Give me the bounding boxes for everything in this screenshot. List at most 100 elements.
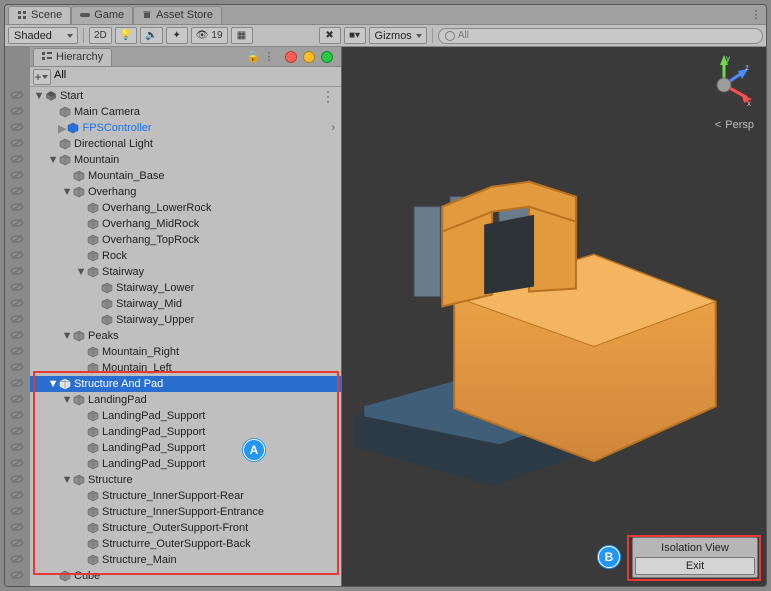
hierarchy-item[interactable]: ▸LandingPad_Support xyxy=(30,456,341,472)
hierarchy-tab[interactable]: Hierarchy xyxy=(33,48,112,66)
hierarchy-item[interactable]: ▸Structurre_OuterSupport-Back xyxy=(30,536,341,552)
hierarchy-item[interactable]: ▸LandingPad_Support xyxy=(30,408,341,424)
hierarchy-item[interactable]: ▸LandingPad_Support xyxy=(30,440,341,456)
hierarchy-item[interactable]: ▸Overhang_LowerRock xyxy=(30,200,341,216)
hierarchy-item[interactable]: ▸Main Camera xyxy=(30,104,341,120)
visibility-toggle[interactable] xyxy=(6,471,28,487)
gizmos-dropdown[interactable]: Gizmos xyxy=(369,27,427,44)
hierarchy-item[interactable]: ▼LandingPad xyxy=(30,392,341,408)
panel-context-menu[interactable]: ⋮ xyxy=(261,50,277,63)
expand-arrow-icon[interactable]: ▼ xyxy=(62,330,72,342)
hierarchy-item[interactable]: ▼Peaks xyxy=(30,328,341,344)
lock-icon[interactable]: 🔒 xyxy=(245,50,261,63)
hierarchy-item[interactable]: ▸Directional Light xyxy=(30,136,341,152)
toggle-audio-button[interactable]: 🔊 xyxy=(140,27,162,44)
expand-arrow-icon[interactable]: ▼ xyxy=(62,186,72,198)
visibility-toggle[interactable] xyxy=(6,87,28,103)
tab-asset-store[interactable]: Asset Store xyxy=(133,6,222,24)
expand-arrow-icon[interactable]: ▼ xyxy=(48,378,58,390)
visibility-toggle[interactable] xyxy=(6,535,28,551)
visibility-toggle[interactable] xyxy=(6,263,28,279)
hierarchy-item[interactable]: ▸Stairway_Lower xyxy=(30,280,341,296)
visibility-toggle[interactable] xyxy=(6,119,28,135)
context-menu-icon[interactable]: ⋮ xyxy=(321,88,341,105)
visibility-toggle[interactable] xyxy=(6,519,28,535)
hierarchy-search-input[interactable]: All xyxy=(54,69,66,84)
visibility-toggle[interactable] xyxy=(6,151,28,167)
hierarchy-item[interactable]: ▸Stairway_Mid xyxy=(30,296,341,312)
visibility-toggle[interactable] xyxy=(6,279,28,295)
close-window-button[interactable] xyxy=(285,51,297,63)
tabs-context-menu[interactable]: ⋮ xyxy=(746,8,766,21)
visibility-toggle[interactable] xyxy=(6,135,28,151)
hierarchy-add-button[interactable]: + xyxy=(33,69,51,85)
visibility-toggle[interactable] xyxy=(6,327,28,343)
visibility-toggle[interactable] xyxy=(6,103,28,119)
hierarchy-item[interactable]: ▼Stairway xyxy=(30,264,341,280)
visibility-toggle[interactable] xyxy=(6,407,28,423)
scene-root-row[interactable]: ▼Start⋮ xyxy=(30,88,341,104)
camera-projection-label[interactable]: Persp xyxy=(715,119,754,131)
hierarchy-item[interactable]: ▼Structure And Pad xyxy=(30,376,341,392)
visibility-toggle[interactable] xyxy=(6,375,28,391)
visibility-toggle[interactable] xyxy=(6,295,28,311)
visibility-toggle[interactable] xyxy=(6,391,28,407)
hierarchy-item[interactable]: ▸Structure_OuterSupport-Front xyxy=(30,520,341,536)
scene-search-input[interactable]: All xyxy=(438,28,763,44)
hierarchy-item[interactable]: ▼Overhang xyxy=(30,184,341,200)
expand-arrow-icon[interactable]: ▼ xyxy=(62,394,72,406)
hierarchy-item[interactable]: ▸Structure_InnerSupport-Entrance xyxy=(30,504,341,520)
tab-scene[interactable]: Scene xyxy=(8,6,71,24)
visibility-toggle[interactable] xyxy=(6,183,28,199)
hierarchy-item[interactable]: ▸Overhang_TopRock xyxy=(30,232,341,248)
expand-arrow-icon[interactable]: ▼ xyxy=(76,266,86,278)
visibility-toggle[interactable] xyxy=(6,167,28,183)
camera-dropdown[interactable]: ■▾ xyxy=(344,27,366,44)
hierarchy-item[interactable]: ▸Structure_Main xyxy=(30,552,341,568)
grid-toggle-button[interactable]: ▦ xyxy=(231,27,253,44)
chevron-right-icon[interactable]: › xyxy=(331,122,341,134)
hierarchy-tree[interactable]: ▼Start⋮▸Main Camera▸▶FPSController›▸Dire… xyxy=(30,87,341,586)
scene-viewport[interactable]: y x z Persp Isolation View Exit B xyxy=(342,47,766,586)
hierarchy-item[interactable]: ▸Stairway_Upper xyxy=(30,312,341,328)
expand-arrow-icon[interactable]: ▼ xyxy=(34,90,44,102)
hierarchy-item[interactable]: ▸Mountain_Right xyxy=(30,344,341,360)
hierarchy-item[interactable]: ▸LandingPad_Support xyxy=(30,424,341,440)
visibility-toggle[interactable] xyxy=(6,551,28,567)
minimize-window-button[interactable] xyxy=(303,51,315,63)
visibility-toggle[interactable] xyxy=(6,199,28,215)
visibility-toggle[interactable] xyxy=(6,455,28,471)
maximize-window-button[interactable] xyxy=(321,51,333,63)
visibility-toggle[interactable] xyxy=(6,503,28,519)
hierarchy-item[interactable]: ▸Overhang_MidRock xyxy=(30,216,341,232)
visibility-toggle[interactable] xyxy=(6,359,28,375)
hierarchy-item[interactable]: ▸▶FPSController› xyxy=(30,120,341,136)
isolation-exit-button[interactable]: Exit xyxy=(635,557,755,575)
hierarchy-item[interactable]: ▸Cube xyxy=(30,568,341,584)
visibility-toggle[interactable] xyxy=(6,343,28,359)
toggle-2d-button[interactable]: 2D xyxy=(89,27,112,44)
visibility-toggle[interactable] xyxy=(6,487,28,503)
visibility-toggle[interactable] xyxy=(6,247,28,263)
hierarchy-item[interactable]: ▼Structure xyxy=(30,472,341,488)
hierarchy-item[interactable]: ▼Mountain xyxy=(30,152,341,168)
tools-button[interactable]: ✖ xyxy=(319,27,341,44)
visibility-toggle[interactable] xyxy=(6,567,28,583)
visibility-toggle[interactable] xyxy=(6,423,28,439)
toggle-lighting-button[interactable]: 💡 xyxy=(115,27,137,44)
tab-game[interactable]: Game xyxy=(71,6,133,24)
visibility-toggle[interactable] xyxy=(6,215,28,231)
expand-arrow-icon[interactable]: ▼ xyxy=(62,474,72,486)
hierarchy-item[interactable]: ▸Rock xyxy=(30,248,341,264)
fx-dropdown[interactable]: ✦ xyxy=(166,27,188,44)
hierarchy-item[interactable]: ▸Mountain_Left xyxy=(30,360,341,376)
hierarchy-item[interactable]: ▸Structure_InnerSupport-Rear xyxy=(30,488,341,504)
visibility-toggle[interactable] xyxy=(6,439,28,455)
expand-arrow-icon[interactable]: ▼ xyxy=(48,154,58,166)
visibility-layers-button[interactable]: 👁 19 xyxy=(191,27,228,44)
visibility-toggle[interactable] xyxy=(6,311,28,327)
orientation-gizmo[interactable]: y x z xyxy=(694,55,754,115)
shading-mode-dropdown[interactable]: Shaded xyxy=(8,27,78,44)
visibility-toggle[interactable] xyxy=(6,231,28,247)
hierarchy-item[interactable]: ▸Mountain_Base xyxy=(30,168,341,184)
